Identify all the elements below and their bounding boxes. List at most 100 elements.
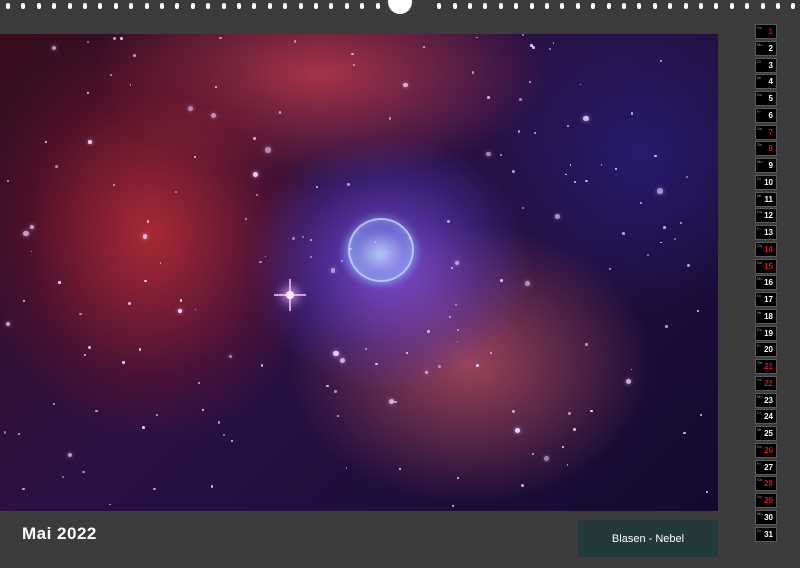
star (54, 165, 58, 169)
calendar-day: Fr 20 (755, 342, 777, 358)
weekday-label: Mi (757, 427, 762, 432)
weekday-label: Sa (757, 242, 762, 248)
star (552, 41, 555, 44)
star (30, 250, 33, 253)
star (534, 131, 536, 134)
binding-ring (221, 3, 226, 9)
calendar-day: Di 17 (755, 292, 777, 307)
star (517, 130, 521, 134)
calendar-day: Fr 13 (755, 225, 777, 240)
calendar-binding (0, 0, 800, 14)
calendar-day: Di 3 (755, 57, 777, 73)
day-number: 14 (764, 244, 773, 254)
star (133, 53, 137, 57)
binding-ring (791, 3, 796, 9)
star (301, 235, 305, 239)
day-number: 26 (764, 445, 773, 455)
calendar-day: Sa 7 (755, 124, 777, 140)
calendar-day: Mo 30 (755, 509, 777, 525)
day-number: 18 (764, 311, 773, 321)
day-number: 8 (768, 144, 773, 154)
weekday-label: Sa (757, 477, 762, 483)
binding-ring (514, 3, 519, 9)
binding-ring (591, 3, 596, 9)
star (512, 169, 515, 173)
star (568, 412, 572, 416)
star (18, 432, 21, 435)
star (293, 40, 297, 43)
star (697, 310, 700, 313)
star (353, 63, 356, 66)
binding-ring (160, 3, 164, 9)
star (680, 222, 683, 225)
star (674, 237, 677, 240)
calendar-day: Do 5 (755, 91, 777, 106)
star (256, 194, 258, 196)
star (211, 112, 217, 119)
star (500, 279, 504, 283)
star (336, 415, 339, 418)
star (228, 355, 232, 359)
star (489, 351, 493, 355)
star (585, 343, 588, 346)
binding-ring (83, 3, 87, 9)
star (574, 180, 577, 183)
star (201, 408, 205, 412)
weekday-label: Fr (757, 108, 761, 114)
star (579, 83, 582, 86)
star (347, 183, 350, 186)
day-number: 27 (764, 462, 773, 472)
star (630, 112, 634, 115)
star (654, 154, 658, 158)
star (52, 45, 56, 50)
star (519, 97, 523, 101)
weekday-label: Sa (757, 360, 762, 365)
weekday-label: Di (757, 175, 761, 181)
binding-ring (375, 3, 380, 9)
star (223, 434, 226, 437)
star (110, 74, 112, 77)
star (512, 410, 516, 414)
star (565, 173, 567, 176)
calendar-day: So 1 (755, 24, 777, 39)
star (86, 40, 90, 43)
star (152, 487, 156, 491)
binding-ring (637, 3, 642, 9)
binding-ring (529, 3, 534, 9)
day-number: 17 (764, 295, 773, 304)
star (3, 431, 7, 434)
binding-ring (683, 3, 688, 9)
day-number: 2 (768, 43, 773, 53)
calendar-day: Di 24 (755, 409, 777, 425)
star (260, 364, 264, 367)
calendar-day: Fr 27 (755, 459, 777, 475)
calendar-day: Mo 9 (755, 158, 777, 173)
star (345, 467, 348, 469)
star (52, 402, 56, 406)
star (531, 452, 535, 456)
weekday-label: Fr (757, 343, 761, 349)
day-number: 21 (764, 362, 773, 371)
weekday-label: Mo (757, 159, 763, 164)
binding-ring (52, 3, 57, 9)
star (394, 400, 397, 404)
star (44, 140, 47, 143)
star (194, 308, 197, 311)
star (600, 164, 603, 166)
star (178, 309, 182, 313)
binding-ring (175, 3, 180, 9)
binding-ring (283, 3, 288, 9)
star (219, 36, 223, 40)
star (566, 464, 569, 467)
star (406, 352, 409, 355)
binding-ring (776, 3, 780, 9)
star (138, 348, 142, 351)
weekday-label: Do (757, 209, 763, 215)
binding-ring (267, 3, 272, 9)
star (351, 52, 354, 55)
binding-ring (760, 3, 765, 9)
binding-ring (252, 3, 257, 9)
star (142, 234, 148, 239)
star (5, 321, 10, 326)
star (22, 487, 25, 490)
